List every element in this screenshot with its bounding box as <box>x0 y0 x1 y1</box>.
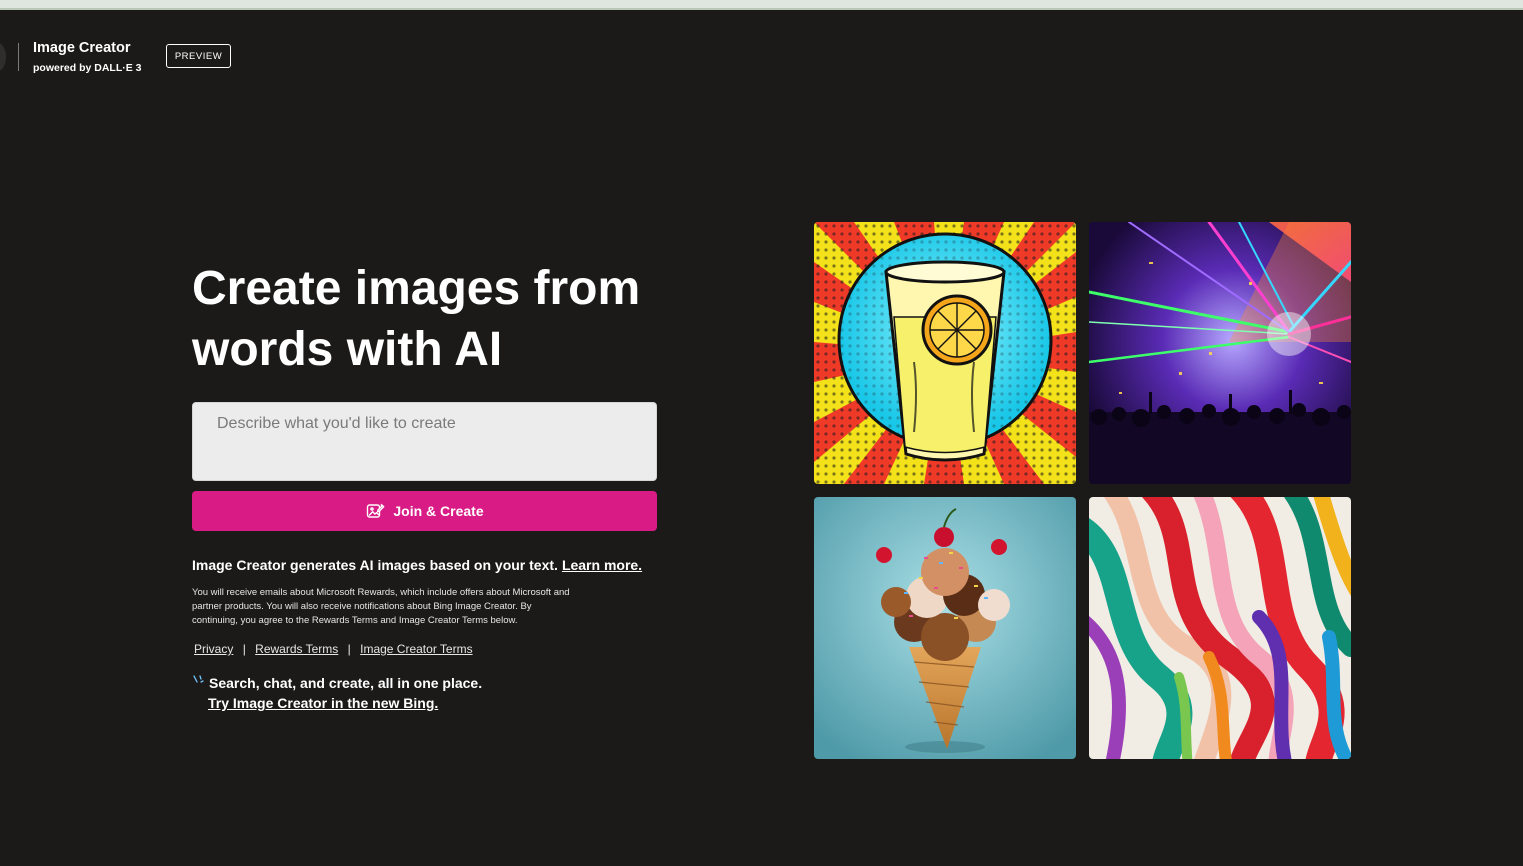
fineprint-text: You will receive emails about Microsoft … <box>192 587 570 626</box>
app-title[interactable]: Image Creator <box>33 40 131 56</box>
sparkle-icon <box>192 674 204 686</box>
join-create-label: Join & Create <box>393 503 484 519</box>
join-create-button[interactable]: Join & Create <box>192 491 657 531</box>
browser-top-strip <box>0 0 1523 10</box>
ice-cream-cone-image[interactable] <box>814 497 1076 759</box>
avatar[interactable] <box>0 42 6 72</box>
legal-links: Privacy | Rewards Terms | Image Creator … <box>194 642 473 656</box>
header: Image Creator powered by DALL·E 3 PREVIE… <box>0 12 1523 102</box>
learn-more-link[interactable]: Learn more. <box>562 557 642 573</box>
description-text: Image Creator generates AI images based … <box>192 557 558 573</box>
new-bing-link[interactable]: Try Image Creator in the new Bing. <box>208 695 438 711</box>
link-separator: | <box>347 642 351 656</box>
new-bing-text: Search, chat, and create, all in one pla… <box>209 675 483 691</box>
preview-badge[interactable]: PREVIEW <box>166 44 231 68</box>
lemonade-pop-art-image[interactable] <box>814 222 1076 484</box>
prompt-field[interactable] <box>192 402 657 481</box>
rewards-terms-link[interactable]: Rewards Terms <box>255 642 338 656</box>
colorful-ribbons-image[interactable] <box>1089 497 1351 759</box>
prompt-input[interactable] <box>193 403 656 480</box>
page-title: Create images from words with AI <box>192 262 641 376</box>
privacy-link[interactable]: Privacy <box>194 642 233 656</box>
image-creator-terms-link[interactable]: Image Creator Terms <box>360 642 472 656</box>
header-divider <box>18 43 19 71</box>
concert-lasers-image[interactable] <box>1089 222 1351 484</box>
description: Image Creator generates AI images based … <box>192 557 712 573</box>
image-create-icon <box>365 501 385 521</box>
link-separator: | <box>242 642 246 656</box>
app-subtitle: powered by DALL·E 3 <box>33 62 142 74</box>
